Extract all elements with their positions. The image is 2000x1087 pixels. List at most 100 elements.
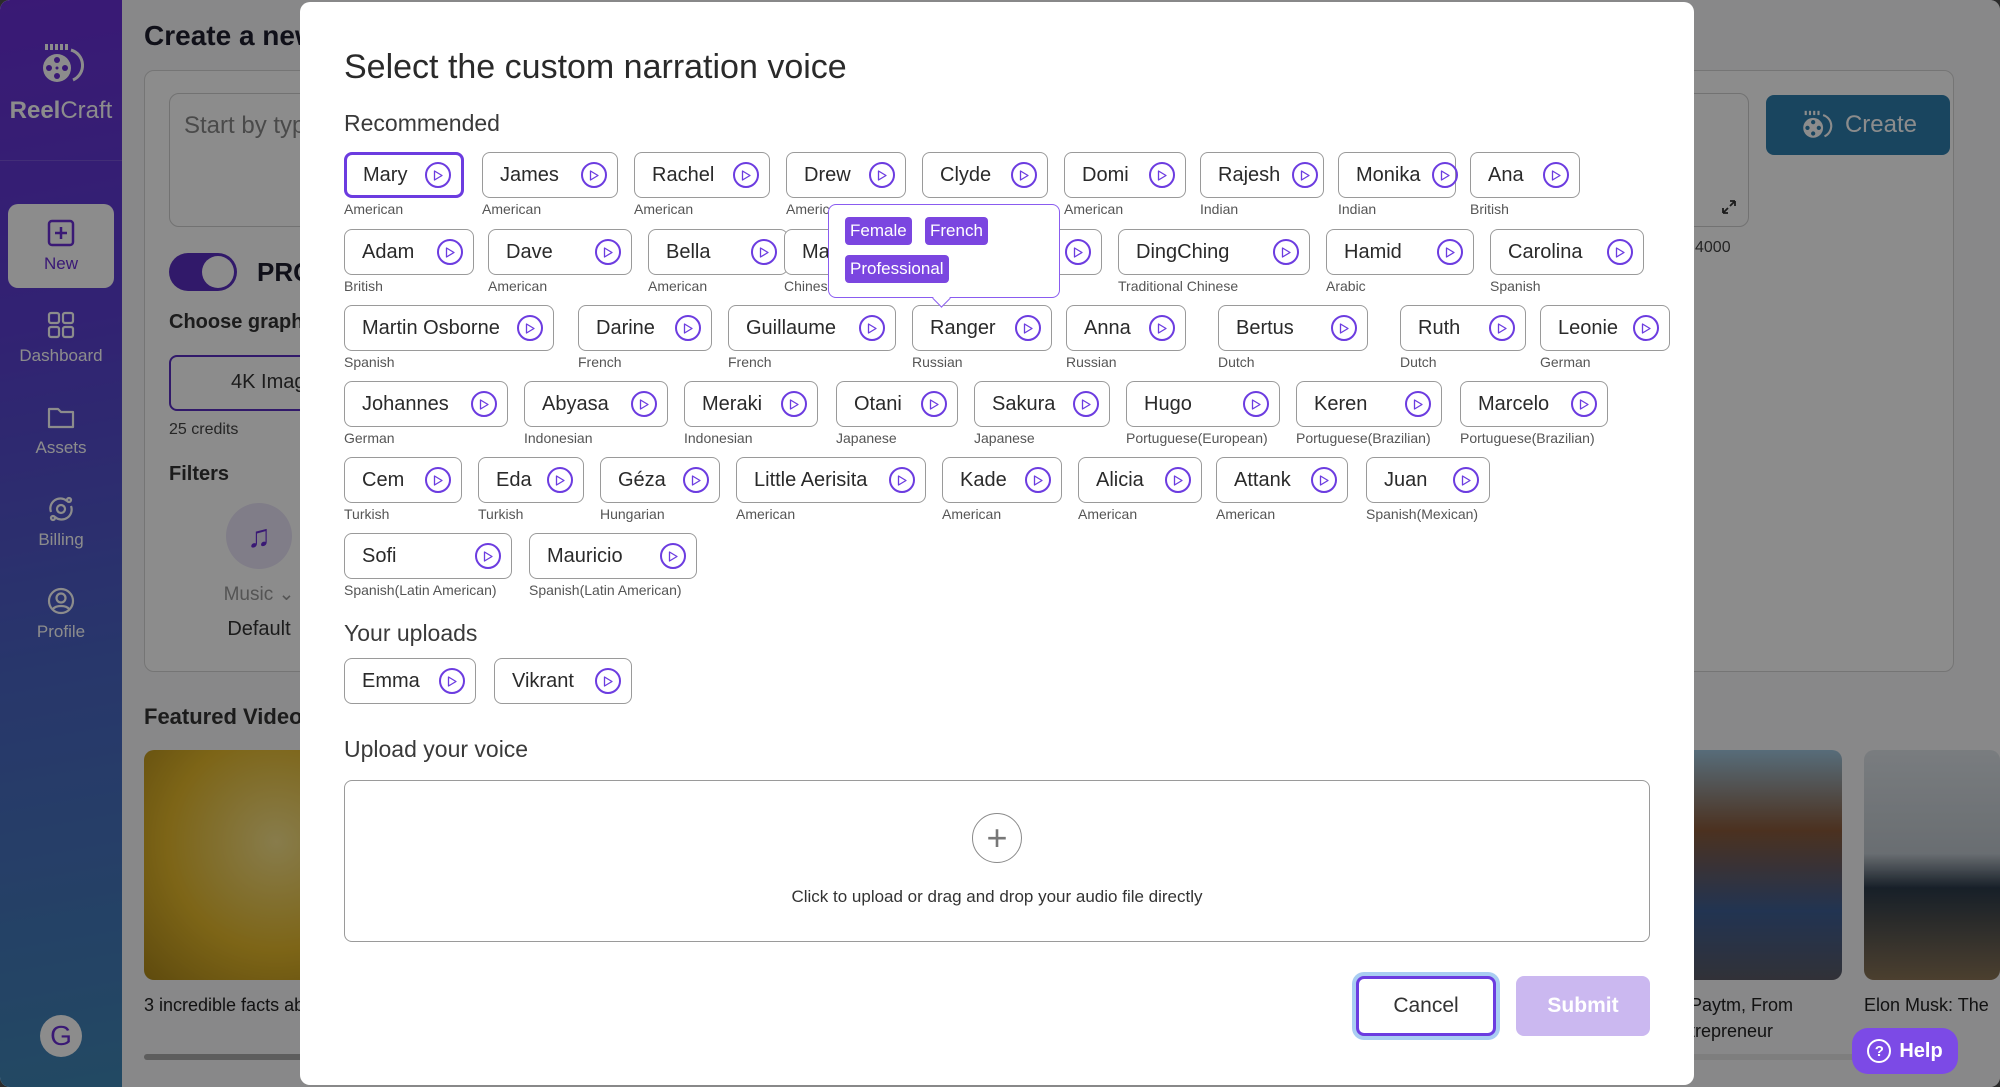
voice-button[interactable]: Martin Osborne [344, 305, 554, 351]
play-icon[interactable] [595, 668, 621, 694]
play-icon[interactable] [660, 543, 686, 569]
play-icon[interactable] [1571, 391, 1597, 417]
voice-button[interactable]: Sofi [344, 533, 512, 579]
voice-button[interactable]: Domi [1064, 152, 1186, 198]
help-button[interactable]: ? Help [1852, 1028, 1958, 1074]
voice-accent: Portuguese(Brazilian) [1296, 430, 1431, 446]
play-icon[interactable] [517, 315, 543, 341]
plus-icon[interactable]: + [972, 813, 1022, 863]
voice-button[interactable]: Clyde [922, 152, 1048, 198]
play-icon[interactable] [1273, 239, 1299, 265]
voice-button[interactable]: Hamid [1326, 229, 1474, 275]
play-icon[interactable] [1149, 162, 1175, 188]
play-icon[interactable] [1243, 391, 1269, 417]
play-icon[interactable] [1073, 391, 1099, 417]
voice-button[interactable]: Guillaume [728, 305, 896, 351]
play-icon[interactable] [1437, 239, 1463, 265]
voice-button[interactable]: Bella [648, 229, 788, 275]
play-icon[interactable] [1607, 239, 1633, 265]
voice-button[interactable]: Ana [1470, 152, 1580, 198]
voice-option: Marcelo Portuguese(Brazilian) [1460, 381, 1608, 446]
play-icon[interactable] [1149, 315, 1175, 341]
play-icon[interactable] [1453, 467, 1479, 493]
voice-button[interactable]: Rachel [634, 152, 770, 198]
play-icon[interactable] [1015, 315, 1041, 341]
voice-name: Ana [1488, 163, 1524, 186]
audio-upload-dropzone[interactable]: + Click to upload or drag and drop your … [344, 780, 1650, 942]
voice-button[interactable]: James [482, 152, 618, 198]
voice-button[interactable]: Juan [1366, 457, 1490, 503]
voice-button[interactable]: Otani [836, 381, 958, 427]
voice-button[interactable]: Sakura [974, 381, 1110, 427]
play-icon[interactable] [1489, 315, 1515, 341]
play-icon[interactable] [1025, 467, 1051, 493]
play-icon[interactable] [1011, 162, 1037, 188]
voice-button[interactable]: Drew [786, 152, 906, 198]
voice-button[interactable]: Bertus [1218, 305, 1368, 351]
voice-button[interactable]: Hugo [1126, 381, 1280, 427]
voice-button[interactable]: Abyasa [524, 381, 668, 427]
submit-button[interactable]: Submit [1516, 976, 1650, 1036]
voice-button[interactable]: Dave [488, 229, 632, 275]
voice-button[interactable]: Ranger [912, 305, 1052, 351]
play-icon[interactable] [1543, 162, 1569, 188]
voice-accent: Japanese [974, 430, 1035, 446]
play-icon[interactable] [437, 239, 463, 265]
voice-button[interactable]: Emma [344, 658, 476, 704]
voice-button[interactable]: Carolina [1490, 229, 1644, 275]
play-icon[interactable] [1065, 239, 1091, 265]
play-icon[interactable] [1165, 467, 1191, 493]
play-icon[interactable] [1633, 315, 1659, 341]
voice-button[interactable]: Alicia [1078, 457, 1202, 503]
play-icon[interactable] [859, 315, 885, 341]
voice-button[interactable]: Mauricio [529, 533, 697, 579]
play-icon[interactable] [475, 543, 501, 569]
play-icon[interactable] [1331, 315, 1357, 341]
play-icon[interactable] [595, 239, 621, 265]
play-icon[interactable] [1432, 162, 1459, 188]
play-icon[interactable] [425, 162, 451, 188]
voice-option: Hugo Portuguese(European) [1126, 381, 1280, 446]
voice-button[interactable]: Adam [344, 229, 474, 275]
voice-button[interactable]: Géza [600, 457, 720, 503]
play-icon[interactable] [1405, 391, 1431, 417]
play-icon[interactable] [547, 467, 573, 493]
play-icon[interactable] [889, 467, 915, 493]
voice-button[interactable]: Cem [344, 457, 462, 503]
voice-button[interactable]: Vikrant [494, 658, 632, 704]
play-icon[interactable] [631, 391, 657, 417]
play-icon[interactable] [869, 162, 895, 188]
voice-name: Carolina [1508, 240, 1583, 263]
voice-button[interactable]: Attank [1216, 457, 1348, 503]
voice-button[interactable]: DingChing [1118, 229, 1310, 275]
play-icon[interactable] [471, 391, 497, 417]
play-icon[interactable] [1311, 467, 1337, 493]
play-icon[interactable] [921, 391, 947, 417]
play-icon[interactable] [751, 239, 777, 265]
voice-button[interactable]: Kade [942, 457, 1062, 503]
voice-button[interactable]: Darine [578, 305, 712, 351]
voice-button[interactable]: Keren [1296, 381, 1442, 427]
voice-button[interactable]: Leonie [1540, 305, 1670, 351]
voice-button[interactable]: Rajesh [1200, 152, 1324, 198]
play-icon[interactable] [581, 162, 607, 188]
voice-button[interactable]: Anna [1066, 305, 1186, 351]
play-icon[interactable] [1292, 162, 1319, 188]
voice-button[interactable]: Mary [344, 152, 464, 198]
modal-title: Select the custom narration voice [344, 48, 847, 86]
voice-accent: Spanish(Latin American) [344, 582, 497, 598]
voice-button[interactable]: Meraki [684, 381, 818, 427]
voice-button[interactable]: Johannes [344, 381, 508, 427]
voice-button[interactable]: Marcelo [1460, 381, 1608, 427]
play-icon[interactable] [439, 668, 465, 694]
voice-button[interactable]: Monika [1338, 152, 1459, 198]
play-icon[interactable] [781, 391, 807, 417]
play-icon[interactable] [683, 467, 709, 493]
play-icon[interactable] [675, 315, 701, 341]
voice-button[interactable]: Eda [478, 457, 584, 503]
play-icon[interactable] [425, 467, 451, 493]
voice-button[interactable]: Little Aerisita [736, 457, 926, 503]
cancel-button[interactable]: Cancel [1356, 976, 1496, 1036]
voice-button[interactable]: Ruth [1400, 305, 1526, 351]
play-icon[interactable] [733, 162, 759, 188]
